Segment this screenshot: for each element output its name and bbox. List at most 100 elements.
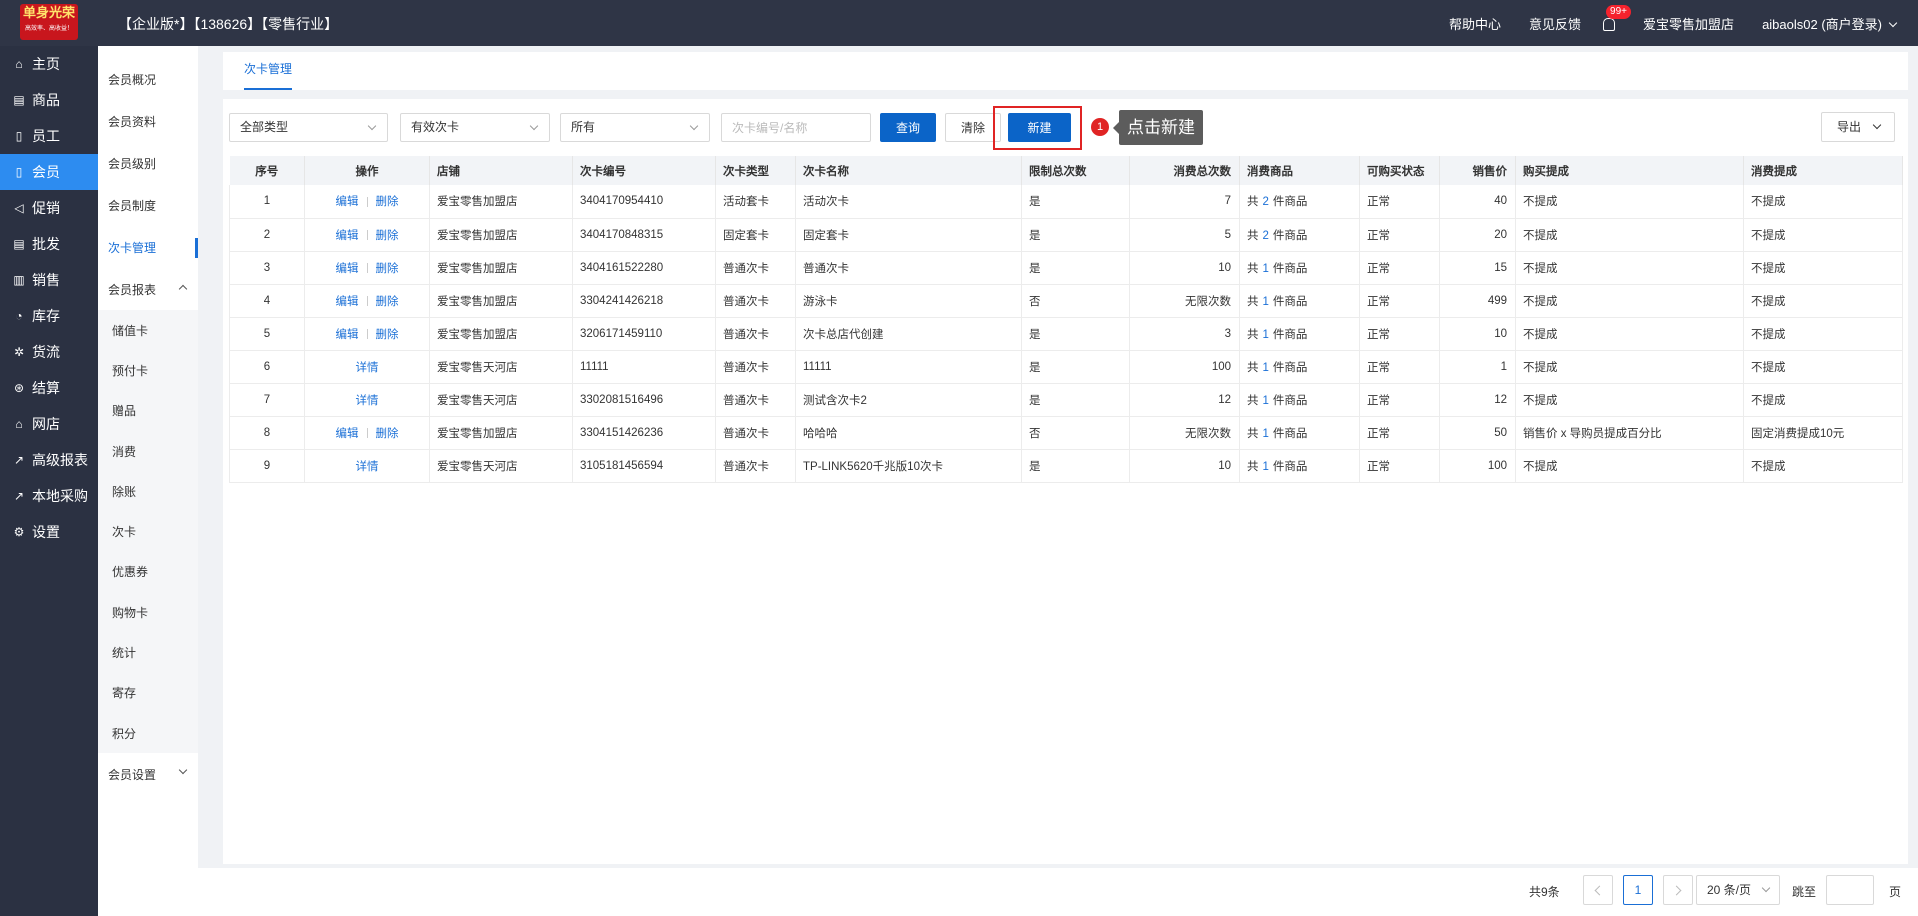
- report-submenu-item[interactable]: 次卡: [98, 511, 198, 551]
- sidebar-item-1[interactable]: ▤ 商品: [0, 82, 98, 118]
- edit-link[interactable]: 编辑: [336, 428, 359, 440]
- subnav-item-rules[interactable]: 会员制度: [98, 184, 198, 226]
- subnav-item-overview[interactable]: 会员概况: [98, 58, 198, 100]
- sidebar-item-3[interactable]: ▯ 会员: [0, 154, 98, 190]
- sidebar-item-7[interactable]: ◔ 库存: [0, 298, 98, 334]
- page-size-select[interactable]: 20 条/页: [1696, 875, 1780, 905]
- jump-label: 跳至: [1792, 885, 1817, 899]
- help-center-link[interactable]: 帮助中心: [1449, 14, 1501, 33]
- subnav-group-reports[interactable]: 会员报表: [98, 268, 198, 310]
- goods-count-link[interactable]: 1: [1263, 428, 1269, 440]
- edit-link[interactable]: 编辑: [336, 329, 359, 341]
- cell-code: 11111: [572, 350, 716, 384]
- report-submenu-item[interactable]: 除账: [98, 471, 198, 511]
- card-type-select[interactable]: 全部类型: [229, 113, 388, 142]
- sidebar-item-label: 库存: [32, 308, 60, 324]
- store-select[interactable]: 所有: [560, 113, 710, 142]
- nav-icon: ▤: [13, 93, 25, 107]
- chevron-down-icon: [178, 766, 188, 775]
- goods-count-link[interactable]: 2: [1263, 196, 1269, 208]
- report-submenu-item[interactable]: 寄存: [98, 673, 198, 713]
- chevron-up-icon: [178, 284, 188, 294]
- sidebar-item-11[interactable]: ↗ 高级报表: [0, 442, 98, 478]
- cell-use-commission: 不提成: [1743, 449, 1903, 483]
- report-submenu-item[interactable]: 积分: [98, 713, 198, 753]
- user-menu[interactable]: aibaols02 (商户登录): [1762, 14, 1898, 33]
- col-header-limit: 限制总次数: [1021, 156, 1130, 185]
- nav-icon: ↗: [13, 489, 25, 503]
- edit-link[interactable]: 编辑: [336, 296, 359, 308]
- delete-link[interactable]: 删除: [376, 263, 399, 275]
- goods-count-link[interactable]: 1: [1263, 329, 1269, 341]
- delete-link[interactable]: 删除: [376, 196, 399, 208]
- page-number-button[interactable]: 1: [1623, 875, 1653, 905]
- delete-link[interactable]: 删除: [376, 230, 399, 242]
- cell-limit: 是: [1021, 185, 1130, 219]
- tab-card-management[interactable]: 次卡管理: [244, 52, 293, 90]
- sidebar-item-8[interactable]: ✲ 货流: [0, 334, 98, 370]
- next-page-button[interactable]: [1663, 875, 1693, 905]
- report-submenu-item[interactable]: 预付卡: [98, 350, 198, 390]
- feedback-link[interactable]: 意见反馈: [1529, 14, 1581, 33]
- sidebar-item-5[interactable]: ▤ 批发: [0, 226, 98, 262]
- bell-icon[interactable]: 99+: [1603, 4, 1632, 31]
- report-submenu-item[interactable]: 统计: [98, 632, 198, 672]
- new-button[interactable]: 新建: [1008, 113, 1071, 142]
- cell-price: 40: [1439, 185, 1516, 219]
- subnav-item-card-management[interactable]: 次卡管理: [98, 226, 198, 268]
- table-row: 1 编辑 删除 爱宝零售加盟店 3404170954410 活动套卡 活动次卡是 7 共 2 件商品…: [229, 185, 1903, 219]
- delete-link[interactable]: 删除: [376, 329, 399, 341]
- edit-link[interactable]: 编辑: [336, 196, 359, 208]
- goods-prefix: 共: [1247, 361, 1259, 374]
- cell-limit: 是: [1021, 218, 1130, 252]
- export-dropdown[interactable]: 导出: [1821, 112, 1895, 142]
- report-submenu-item[interactable]: 购物卡: [98, 592, 198, 632]
- subnav-item-levels[interactable]: 会员级别: [98, 142, 198, 184]
- report-submenu-item[interactable]: 优惠券: [98, 552, 198, 592]
- report-submenu-item[interactable]: 储值卡: [98, 310, 198, 350]
- goods-suffix: 件商品: [1272, 196, 1308, 209]
- subnav-item-profiles[interactable]: 会员资料: [98, 100, 198, 142]
- detail-link[interactable]: 详情: [356, 362, 379, 374]
- brand-logo[interactable]: 单身光荣 高效率、高收益！: [20, 4, 78, 40]
- goods-count-link[interactable]: 2: [1263, 230, 1269, 242]
- report-submenu-item[interactable]: 赠品: [98, 391, 198, 431]
- cell-actions: 编辑 删除: [304, 416, 430, 450]
- delete-link[interactable]: 删除: [376, 428, 399, 440]
- subnav-group-settings[interactable]: 会员设置: [98, 753, 198, 795]
- goods-count-link[interactable]: 1: [1263, 461, 1269, 473]
- delete-link[interactable]: 删除: [376, 296, 399, 308]
- edit-link[interactable]: 编辑: [336, 263, 359, 275]
- prev-page-button[interactable]: [1583, 875, 1613, 905]
- sidebar-item-12[interactable]: ↗ 本地采购: [0, 478, 98, 514]
- query-button[interactable]: 查询: [880, 113, 936, 142]
- sidebar-item-9[interactable]: ⊛ 结算: [0, 370, 98, 406]
- cell-buy-commission: 不提成: [1515, 185, 1744, 219]
- col-header-buy-commission: 购买提成: [1515, 156, 1744, 185]
- step-badge: 1: [1091, 118, 1109, 136]
- detail-link[interactable]: 详情: [356, 461, 379, 473]
- sidebar-item-0[interactable]: ⌂ 主页: [0, 46, 98, 82]
- cell-store: 爱宝零售天河店: [429, 350, 573, 384]
- report-submenu-item[interactable]: 消费: [98, 431, 198, 471]
- goods-count-link[interactable]: 1: [1263, 362, 1269, 374]
- sidebar-item-6[interactable]: ▥ 销售: [0, 262, 98, 298]
- cell-actions: 编辑 删除: [304, 185, 430, 219]
- sidebar-item-13[interactable]: ⚙ 设置: [0, 514, 98, 550]
- subnav-label: 会员资料: [108, 114, 157, 129]
- detail-link[interactable]: 详情: [356, 395, 379, 407]
- cell-actions: 编辑 删除: [304, 218, 430, 252]
- jump-page-input[interactable]: [1826, 875, 1874, 905]
- sidebar-item-4[interactable]: ◁ 促销: [0, 190, 98, 226]
- goods-count-link[interactable]: 1: [1263, 395, 1269, 407]
- sidebar-item-2[interactable]: ▯ 员工: [0, 118, 98, 154]
- goods-count-link[interactable]: 1: [1263, 263, 1269, 275]
- sidebar-item-10[interactable]: ⌂ 网店: [0, 406, 98, 442]
- search-input[interactable]: [721, 113, 871, 142]
- edit-link[interactable]: 编辑: [336, 230, 359, 242]
- store-name[interactable]: 爱宝零售加盟店: [1643, 14, 1734, 33]
- table-header-row: 序号 操作 店铺 次卡编号 次卡类型 次卡名称 限制总次数 消费总次数 消费商品…: [229, 156, 1903, 185]
- goods-count-link[interactable]: 1: [1263, 296, 1269, 308]
- sidebar-item-label: 结算: [32, 380, 60, 396]
- validity-select[interactable]: 有效次卡: [400, 113, 550, 142]
